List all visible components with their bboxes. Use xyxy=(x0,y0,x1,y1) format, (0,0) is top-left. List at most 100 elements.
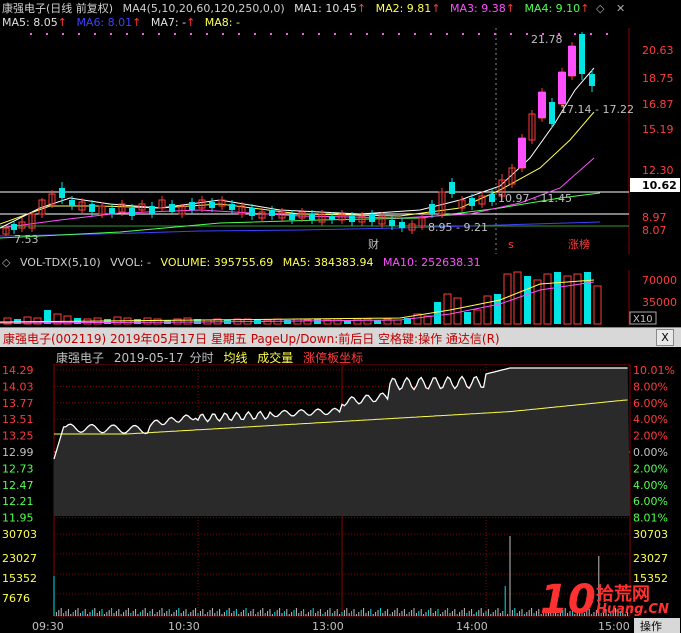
candle xyxy=(399,218,405,232)
ma2-arrow-icon: ↑ xyxy=(431,2,441,15)
candle-body xyxy=(389,220,395,226)
candle xyxy=(478,192,486,208)
close-icon[interactable]: ✕ xyxy=(616,2,625,15)
intraday-stock-name: 康强电子 xyxy=(56,351,105,365)
cai-marker[interactable]: 财 xyxy=(368,237,379,251)
volume-value: VOLUME: 395755.69 xyxy=(160,256,274,269)
price-tick: 14.03 xyxy=(2,380,34,393)
ma1-arrow-icon: ↑ xyxy=(356,2,367,15)
zhangbang-marker[interactable]: 涨榜 xyxy=(568,237,590,251)
candle-body xyxy=(489,194,495,202)
candle-body xyxy=(349,216,355,222)
candle-group xyxy=(2,32,595,236)
intraday-mode: 分时 xyxy=(189,351,214,365)
candle-body xyxy=(189,202,195,210)
candle xyxy=(218,196,226,210)
pct-tick: 8.00% xyxy=(633,380,668,393)
candle-body xyxy=(579,34,585,74)
ma1-value: MA1: 10.45 xyxy=(294,2,357,15)
candle-body-filled xyxy=(568,46,576,76)
expand-icon[interactable]: ◇ xyxy=(2,256,10,269)
volume-bar xyxy=(263,319,272,325)
time-tick: 10:30 xyxy=(168,620,200,633)
candle xyxy=(429,200,435,218)
volume-bar xyxy=(284,320,291,324)
intraday-titlebar[interactable]: 康强电子(002119) 2019年05月17日 星期五 PageUp/Down… xyxy=(0,327,681,347)
candle xyxy=(408,220,416,234)
pct-tick: 4.00% xyxy=(633,413,668,426)
time-tick: 09:30 xyxy=(32,620,64,633)
candle xyxy=(449,178,455,198)
intraday-time-axis: 09:30 10:30 13:00 14:00 xyxy=(32,620,488,633)
s-marker[interactable]: s xyxy=(508,238,514,251)
candle xyxy=(289,210,295,224)
candle xyxy=(249,204,255,220)
close-subwindow-button[interactable]: X xyxy=(656,329,674,346)
vol-ma5-line xyxy=(0,279,595,323)
volume-bar xyxy=(443,293,452,325)
time-tick: 14:00 xyxy=(456,620,488,633)
intraday-title: 康强电子(002119) 2019年05月17日 星期五 PageUp/Down… xyxy=(3,332,500,346)
volume-bar xyxy=(563,275,572,325)
volume-header: ◇ VOL-TDX(5,10) VVOL: - VOLUME: 395755.6… xyxy=(2,256,487,270)
kline-chart[interactable]: 21.78 17.14 - 17.22 10.97 - 11.45 8.95 -… xyxy=(0,28,681,254)
candle xyxy=(48,190,56,208)
vol-ma10-value: MA10: 252638.31 xyxy=(382,256,481,269)
avg-line-toggle[interactable]: 均线 xyxy=(223,351,247,365)
current-price-tag: 10.62 xyxy=(642,179,677,192)
candle xyxy=(549,98,555,128)
candle xyxy=(189,198,195,214)
vol-tick: 35000 xyxy=(642,296,677,309)
volume-bar xyxy=(153,318,162,325)
pct-tick: 4.00% xyxy=(633,479,668,492)
candle xyxy=(209,198,215,212)
candle-body xyxy=(249,208,255,216)
intraday-left-axis: 14.29 14.03 13.77 13.51 13.25 12.99 12.73 12.47… xyxy=(2,364,37,605)
pct-tick: 6.00% xyxy=(633,495,668,508)
candle-body xyxy=(89,204,95,212)
volume-bar xyxy=(104,319,111,324)
candle-body xyxy=(329,216,335,220)
volume-toggle[interactable]: 成交量 xyxy=(257,351,293,365)
price-tick: 13.51 xyxy=(2,413,34,426)
mid-range-label: 10.97 - 11.45 xyxy=(498,192,572,205)
vol-tick: 7676 xyxy=(2,592,30,605)
pct-tick: 0.00% xyxy=(633,446,668,459)
price-tick: 12.30 xyxy=(642,164,674,177)
price-tick: 18.75 xyxy=(642,72,674,85)
volume-bar xyxy=(333,318,342,325)
candle-body xyxy=(169,204,175,212)
low-range-label: 8.95 - 9.21 xyxy=(428,221,488,234)
candle-body-filled xyxy=(558,72,566,104)
ma4-value: MA4: 9.10 xyxy=(524,2,581,15)
vol-ma10-line xyxy=(0,281,595,324)
vol-tick: 15352 xyxy=(2,572,37,585)
volume-bar xyxy=(453,297,462,325)
kline-price-axis: 20.63 18.75 16.87 15.19 12.30 8.97 8.07 xyxy=(642,44,674,237)
expand-icon[interactable]: ◇ xyxy=(596,2,604,15)
watermark-logo: 10 拾荒网 Huang.CN xyxy=(540,578,670,628)
stock-title: 康强电子(日线 前复权) xyxy=(2,2,114,15)
volume-bar xyxy=(314,319,321,324)
limit-coord-toggle[interactable]: 涨停板坐标 xyxy=(303,351,363,365)
pct-tick: 8.01% xyxy=(633,512,668,525)
price-tick: 13.77 xyxy=(2,397,34,410)
left-low-label: 7.53 xyxy=(14,233,39,246)
candle-body xyxy=(229,204,235,210)
volume-chart[interactable]: 70000 35000 X10 xyxy=(0,270,681,326)
price-tick: 8.97 xyxy=(642,211,667,224)
candle-body xyxy=(429,204,435,214)
candle-body-filled xyxy=(518,138,526,168)
candle xyxy=(28,212,36,232)
vol-indicator-name[interactable]: VOL-TDX(5,10) xyxy=(20,256,101,269)
volume-bar xyxy=(254,320,261,324)
candle xyxy=(258,208,266,222)
vol-tick: 70000 xyxy=(642,274,677,287)
candle xyxy=(158,196,166,212)
vol-tick: 30703 xyxy=(2,528,37,541)
volume-bar xyxy=(554,272,561,324)
price-tick: 12.21 xyxy=(2,495,34,508)
candle-body xyxy=(469,198,475,206)
right-range-label: 17.14 - 17.22 xyxy=(560,103,634,116)
time-tick: 13:00 xyxy=(312,620,344,633)
